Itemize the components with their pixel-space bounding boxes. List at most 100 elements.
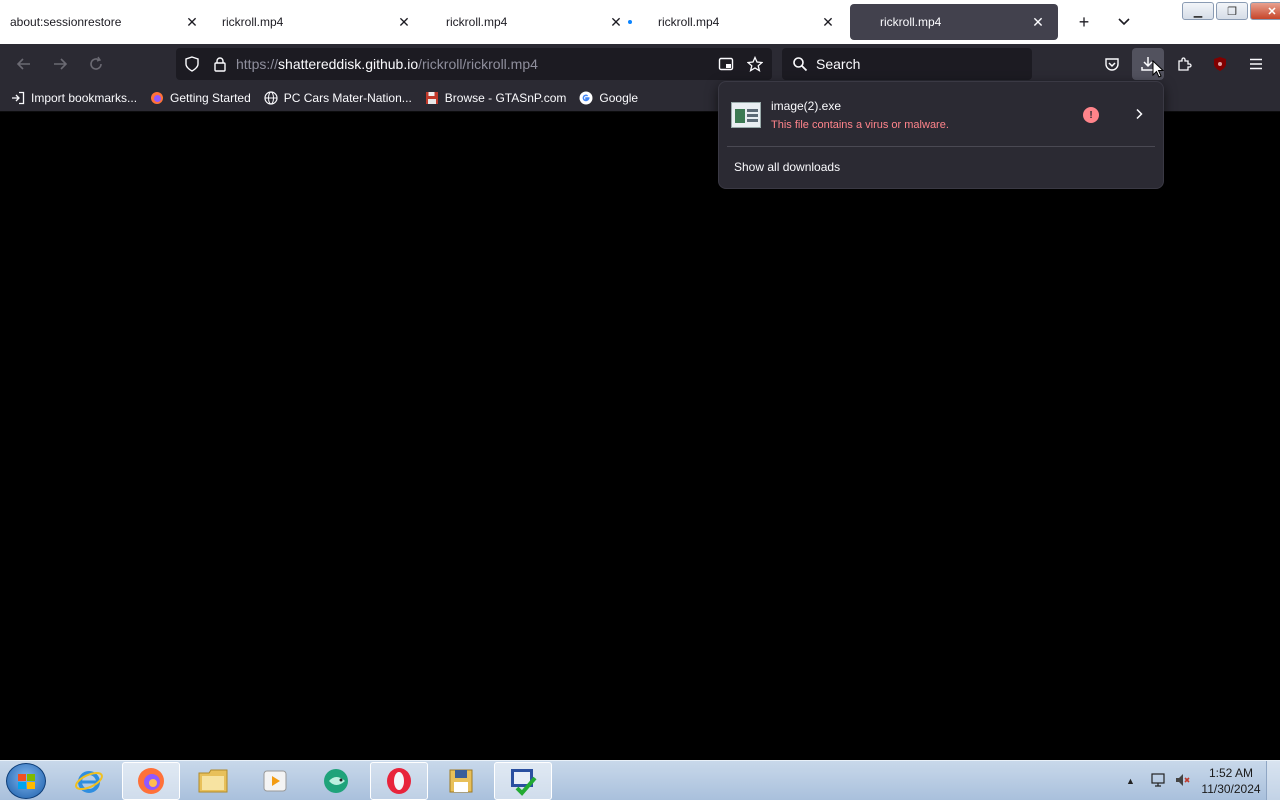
pocket-button[interactable]	[1096, 48, 1128, 80]
action-center-icon[interactable]	[1150, 772, 1168, 790]
clock-time: 1:52 AM	[1208, 766, 1254, 780]
floppy-folder-icon	[449, 769, 473, 793]
tab-title: rickroll.mp4	[880, 15, 942, 29]
taskbar-app-fish[interactable]	[308, 762, 366, 800]
globe-icon	[263, 90, 279, 106]
reload-icon	[90, 56, 102, 70]
close-tab-icon[interactable]: ✕	[604, 10, 628, 34]
downloads-panel: image(2).exe This file contains a virus …	[718, 81, 1164, 189]
folder-icon	[198, 769, 228, 793]
nav-bar: https://shattereddisk.github.io/rickroll…	[0, 44, 1280, 84]
bookmark-star-icon[interactable]	[747, 56, 763, 72]
download-file-name: image(2).exe	[771, 99, 842, 113]
opera-icon	[387, 768, 411, 794]
search-placeholder: Search	[816, 56, 861, 72]
app-menu-button[interactable]	[1240, 48, 1272, 80]
bookmark-google[interactable]: Google	[578, 90, 638, 106]
volume-muted-icon[interactable]	[1174, 772, 1192, 790]
show-desktop-button[interactable]	[1266, 761, 1280, 800]
forward-button[interactable]	[42, 48, 78, 80]
tracking-protection-icon[interactable]	[184, 56, 200, 72]
hamburger-menu-icon	[1250, 58, 1262, 70]
tab-active[interactable]: rickroll.mp4 ✕	[850, 4, 1058, 40]
search-icon	[792, 56, 808, 72]
clock-date: 11/30/2024	[1201, 782, 1261, 796]
puzzle-icon	[1178, 57, 1192, 71]
bookmark-pc-cars[interactable]: PC Cars Mater-Nation...	[263, 90, 412, 106]
ublock-origin-icon	[1214, 57, 1226, 71]
chevron-down-icon	[1118, 18, 1130, 26]
tab-indicator-dot	[628, 20, 632, 24]
import-icon	[10, 90, 26, 106]
bookmark-getting-started[interactable]: Getting Started	[149, 90, 251, 106]
tray-overflow-icon[interactable]: ▲	[1126, 776, 1142, 786]
taskbar-file-explorer[interactable]	[184, 762, 242, 800]
close-tab-icon[interactable]: ✕	[180, 10, 204, 34]
taskbar-check-app[interactable]	[494, 762, 552, 800]
warning-icon: !	[1083, 107, 1099, 123]
media-player-icon	[263, 770, 287, 792]
url-bar[interactable]: https://shattereddisk.github.io/rickroll…	[176, 48, 772, 80]
firefox-icon	[138, 768, 164, 794]
internet-explorer-icon	[75, 771, 103, 793]
close-tab-icon[interactable]: ✕	[1026, 10, 1050, 34]
show-all-downloads-link[interactable]: Show all downloads	[734, 160, 840, 174]
bookmark-label: Getting Started	[170, 90, 251, 105]
video-content[interactable]	[0, 112, 1280, 760]
tab-title: rickroll.mp4	[222, 15, 284, 29]
tab-strip: about:sessionrestore ✕ rickroll.mp4 ✕ ri…	[0, 0, 1280, 44]
bookmark-label: PC Cars Mater-Nation...	[283, 90, 412, 105]
back-button[interactable]	[6, 48, 42, 80]
fish-app-icon	[324, 769, 348, 793]
clock[interactable]: 1:52 AM 11/30/2024	[1196, 765, 1266, 797]
taskbar: ▲ 1:52 AM 11/30/2024	[0, 760, 1280, 800]
list-all-tabs-button[interactable]	[1104, 4, 1144, 40]
floppy-icon	[424, 90, 440, 106]
close-window-button[interactable]: ✕	[1250, 2, 1280, 20]
taskbar-opera[interactable]	[370, 762, 428, 800]
url-text[interactable]: https://shattereddisk.github.io/rickroll…	[236, 56, 538, 72]
url-scheme: https://	[236, 56, 279, 72]
download-status: This file contains a virus or malware.	[771, 119, 949, 131]
mouse-cursor-icon	[1152, 60, 1164, 78]
download-item[interactable]: image(2).exe This file contains a virus …	[727, 90, 1155, 140]
start-button[interactable]	[6, 763, 46, 799]
bookmark-import[interactable]: Import bookmarks...	[10, 90, 137, 106]
tab[interactable]: about:sessionrestore ✕	[0, 4, 212, 40]
bookmark-label: Google	[599, 90, 639, 105]
url-host: shattereddisk.github.io	[278, 56, 419, 72]
new-tab-button[interactable]: +	[1064, 4, 1104, 40]
minimize-button[interactable]: ▁	[1182, 2, 1214, 20]
lock-icon[interactable]	[212, 56, 228, 72]
firefox-icon	[149, 90, 165, 106]
checkmark-app-icon	[511, 769, 537, 796]
close-tab-icon[interactable]: ✕	[392, 10, 416, 34]
tab[interactable]: rickroll.mp4 ✕	[212, 4, 424, 40]
tab-title: rickroll.mp4	[658, 15, 720, 29]
taskbar-internet-explorer[interactable]	[60, 762, 118, 800]
taskbar-save-app[interactable]	[432, 762, 490, 800]
search-bar[interactable]: Search	[782, 48, 1032, 80]
exe-file-icon	[731, 102, 761, 128]
tab-title: about:sessionrestore	[10, 15, 122, 29]
tab[interactable]: rickroll.mp4 ✕	[628, 4, 848, 40]
window-controls: ▁ ❐ ✕	[1180, 2, 1280, 20]
maximize-button[interactable]: ❐	[1216, 2, 1248, 20]
url-path: /rickroll/rickroll.mp4	[418, 56, 538, 72]
google-icon	[578, 90, 594, 106]
taskbar-media-player[interactable]	[246, 762, 304, 800]
bookmark-gtasnp[interactable]: Browse - GTASnP.com	[424, 90, 567, 106]
close-tab-icon[interactable]: ✕	[816, 10, 840, 34]
taskbar-firefox[interactable]	[122, 762, 180, 800]
divider	[727, 146, 1155, 147]
ublock-button[interactable]	[1204, 48, 1236, 80]
chevron-right-icon	[1136, 108, 1143, 120]
forward-arrow-icon	[54, 58, 68, 70]
extensions-button[interactable]	[1168, 48, 1200, 80]
tab[interactable]: rickroll.mp4 ✕	[424, 4, 636, 40]
download-details-button[interactable]	[1127, 102, 1151, 126]
bookmark-label: Browse - GTASnP.com	[444, 90, 567, 105]
picture-in-picture-icon[interactable]	[718, 56, 734, 72]
reload-button[interactable]	[78, 48, 114, 80]
pocket-icon	[1105, 58, 1119, 71]
